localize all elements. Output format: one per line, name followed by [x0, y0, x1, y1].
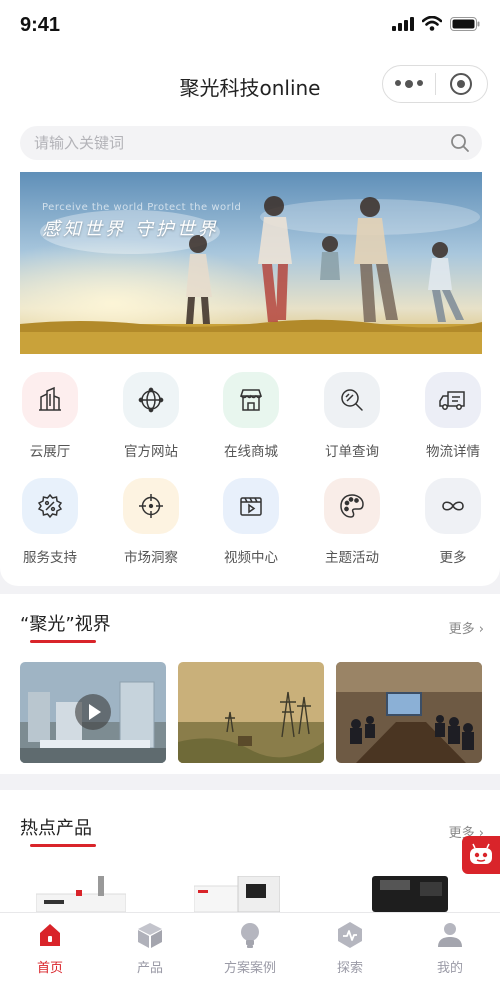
vision-more-link[interactable]: 更多 › — [449, 618, 484, 637]
meeting-image — [336, 662, 482, 763]
product-image[interactable] — [194, 876, 280, 912]
feature-label: 在线商城 — [224, 444, 278, 460]
feature-label: 物流详情 — [426, 444, 480, 460]
tab-label: 方案案例 — [223, 961, 276, 976]
feature-label: 服务支持 — [23, 550, 77, 566]
signal-icon — [392, 16, 414, 31]
feature-label: 官方网站 — [124, 444, 178, 460]
more-options-icon[interactable] — [383, 80, 435, 88]
search-input[interactable] — [34, 126, 434, 160]
tab-solutions[interactable]: 方案案例 — [200, 921, 300, 976]
section-title: “聚光”视界 — [20, 614, 111, 635]
status-time: 9:41 — [20, 14, 61, 36]
close-program-icon[interactable] — [436, 73, 487, 95]
feature-logistics[interactable]: 物流详情 — [403, 372, 500, 472]
search-bar — [20, 126, 482, 160]
feature-cloud-hall[interactable]: 云展厅 — [0, 372, 100, 472]
tab-label: 产品 — [136, 961, 163, 976]
product-image[interactable] — [372, 874, 448, 912]
video-icon — [223, 478, 279, 534]
feature-label: 视频中心 — [224, 550, 278, 566]
play-icon[interactable] — [75, 694, 111, 730]
nav-bar: 聚光科技online — [0, 52, 500, 118]
feature-official-site[interactable]: 官方网站 — [101, 372, 201, 472]
pylon-image — [178, 662, 324, 763]
vision-video-thumb[interactable] — [20, 662, 166, 763]
tab-explore[interactable]: 探索 — [300, 921, 400, 976]
section-underline — [30, 844, 96, 847]
tab-label: 探索 — [336, 961, 363, 976]
gear-icon — [22, 478, 78, 534]
vision-section: “聚光”视界 更多 › — [0, 594, 500, 774]
banner-caption: Perceive the world Protect the world 感知世… — [42, 202, 241, 241]
search-icon[interactable] — [450, 133, 470, 153]
infinity-icon — [425, 478, 481, 534]
status-bar: 9:41 — [0, 0, 500, 52]
feature-label: 市场洞察 — [124, 550, 178, 566]
feature-label: 订单查询 — [325, 444, 379, 460]
tab-home[interactable]: 首页 — [0, 921, 100, 976]
feature-label: 云展厅 — [29, 444, 71, 460]
feature-order-query[interactable]: 订单查询 — [302, 372, 402, 472]
chat-assistant-button[interactable] — [462, 836, 500, 874]
globe-icon — [123, 372, 179, 428]
feature-video-center[interactable]: 视频中心 — [201, 478, 301, 578]
robot-icon — [470, 843, 492, 864]
tab-label: 首页 — [36, 961, 63, 976]
section-title: 热点产品 — [20, 818, 92, 839]
more-label: 更多 — [448, 622, 475, 637]
feature-label: 主题活动 — [325, 550, 379, 566]
wifi-icon — [422, 16, 442, 31]
order-search-icon — [324, 372, 380, 428]
bulb-icon — [241, 923, 259, 948]
feature-label: 更多 — [439, 550, 467, 566]
banner-caption-en: Perceive the world Protect the world — [42, 202, 242, 213]
vision-image-thumb[interactable] — [178, 662, 324, 763]
tab-bar: 首页 产品 方案案例 探索 我的 — [0, 912, 500, 984]
section-underline — [30, 640, 96, 643]
banner-caption-cn: 感知世界 守护世界 — [42, 219, 219, 240]
hero-banner[interactable]: Perceive the world Protect the world 感知世… — [20, 172, 482, 354]
status-icons — [392, 16, 480, 31]
feature-more[interactable]: 更多 — [403, 478, 500, 578]
store-icon — [223, 372, 279, 428]
feature-market-insight[interactable]: 市场洞察 — [101, 478, 201, 578]
crosshair-icon — [123, 478, 179, 534]
user-icon — [438, 923, 462, 947]
feature-service-support[interactable]: 服务支持 — [0, 478, 100, 578]
buildings-icon — [22, 372, 78, 428]
tab-products[interactable]: 产品 — [100, 921, 200, 976]
banner-image — [20, 172, 482, 354]
battery-icon — [450, 16, 480, 31]
tab-mine[interactable]: 我的 — [400, 921, 500, 976]
explore-icon — [338, 922, 362, 948]
chevron-right-icon: › — [478, 622, 484, 637]
box-icon — [138, 923, 162, 948]
feature-theme-events[interactable]: 主题活动 — [302, 478, 402, 578]
palette-icon — [324, 478, 380, 534]
main-card: Perceive the world Protect the world 感知世… — [0, 118, 500, 586]
vision-meeting-thumb[interactable] — [336, 662, 482, 763]
home-icon — [40, 924, 60, 946]
hot-products-section: 热点产品 更多 › — [0, 790, 500, 912]
feature-online-store[interactable]: 在线商城 — [201, 372, 301, 472]
truck-icon — [425, 372, 481, 428]
tab-label: 我的 — [436, 961, 463, 976]
product-image[interactable] — [36, 872, 126, 912]
mini-program-capsule — [382, 65, 488, 103]
